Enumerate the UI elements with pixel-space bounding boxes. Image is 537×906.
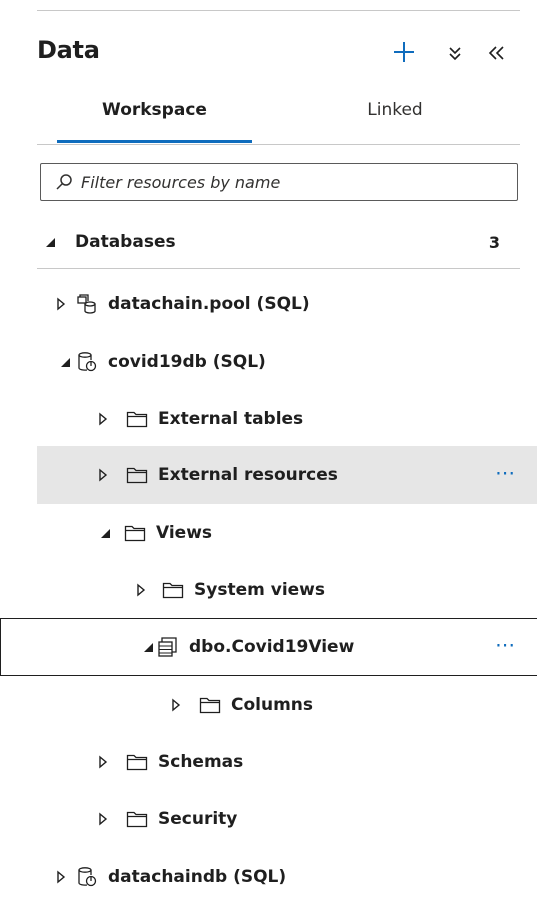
top-divider xyxy=(37,10,520,11)
tree-item-label: covid19db (SQL) xyxy=(108,352,266,372)
tree-item-external-tables[interactable]: External tables xyxy=(0,390,537,448)
folder-icon xyxy=(124,524,146,542)
tree-item-columns[interactable]: Columns xyxy=(0,676,537,734)
folder-icon xyxy=(126,753,148,771)
tab-workspace[interactable]: Workspace xyxy=(57,100,252,120)
section-divider xyxy=(37,268,520,269)
folder-icon xyxy=(126,810,148,828)
collapse-panel-button[interactable] xyxy=(484,42,508,64)
tree-item-label: Columns xyxy=(231,695,314,715)
tree-item-covid19db[interactable]: covid19db (SQL) xyxy=(0,333,537,391)
databases-section-header[interactable]: Databases 3 xyxy=(37,220,520,264)
database-icon xyxy=(76,351,98,373)
expand-caret-icon[interactable] xyxy=(96,412,110,426)
expand-caret-icon[interactable] xyxy=(134,583,148,597)
tree-item-schemas[interactable]: Schemas xyxy=(0,733,537,791)
tree-item-label: datachain.pool (SQL) xyxy=(108,294,310,314)
double-chevron-down-icon xyxy=(449,47,461,61)
filter-box[interactable] xyxy=(40,163,518,201)
tree-item-label: Views xyxy=(156,523,213,543)
tree-item-external-resources[interactable]: External resources ⋯ xyxy=(37,446,537,504)
caret-down-icon xyxy=(46,238,55,247)
view-icon xyxy=(157,636,179,658)
expand-caret-icon[interactable] xyxy=(54,297,68,311)
tree-item-label: Schemas xyxy=(158,752,244,772)
tree-item-label: External resources xyxy=(158,465,338,485)
folder-icon xyxy=(126,410,148,428)
collapse-caret-icon[interactable] xyxy=(141,640,155,654)
collapse-caret-icon[interactable] xyxy=(58,355,72,369)
plus-icon xyxy=(394,42,414,62)
more-options-button[interactable]: ⋯ xyxy=(495,461,517,485)
add-button[interactable] xyxy=(390,38,418,66)
active-tab-indicator xyxy=(57,140,252,143)
panel-title: Data xyxy=(37,36,100,64)
tree-item-label: datachaindb (SQL) xyxy=(108,867,287,887)
tree-item-system-views[interactable]: System views xyxy=(0,561,537,619)
expand-caret-icon[interactable] xyxy=(169,698,183,712)
tabs-divider xyxy=(37,144,520,145)
double-chevron-left-icon xyxy=(488,46,504,60)
tree-item-dbo-covid19view[interactable]: dbo.Covid19View ⋯ xyxy=(0,618,537,676)
tab-linked[interactable]: Linked xyxy=(330,100,460,120)
databases-count: 3 xyxy=(488,232,500,252)
database-icon xyxy=(76,866,98,888)
expand-caret-icon[interactable] xyxy=(96,755,110,769)
more-options-button[interactable]: ⋯ xyxy=(495,633,517,657)
tree-item-datachaindb[interactable]: datachaindb (SQL) xyxy=(0,848,537,906)
tree-item-label: Security xyxy=(158,809,238,829)
expand-caret-icon[interactable] xyxy=(54,870,68,884)
tree-item-views[interactable]: Views xyxy=(0,504,537,562)
tree-item-label: dbo.Covid19View xyxy=(189,637,355,657)
collapse-caret-icon[interactable] xyxy=(98,526,112,540)
tree-item-security[interactable]: Security xyxy=(0,790,537,848)
folder-icon xyxy=(162,581,184,599)
search-icon xyxy=(56,174,72,190)
tree-item-label: External tables xyxy=(158,409,304,429)
folder-icon xyxy=(199,696,221,714)
tree-item-label: System views xyxy=(194,580,325,600)
expand-caret-icon[interactable] xyxy=(96,468,110,482)
sql-pool-icon xyxy=(76,293,98,315)
expand-all-button[interactable] xyxy=(444,42,466,64)
filter-input[interactable] xyxy=(81,172,481,192)
tree-item-datachain-pool[interactable]: datachain.pool (SQL) xyxy=(0,275,537,333)
expand-caret-icon[interactable] xyxy=(96,812,110,826)
folder-icon xyxy=(126,466,148,484)
databases-label: Databases xyxy=(75,232,176,252)
